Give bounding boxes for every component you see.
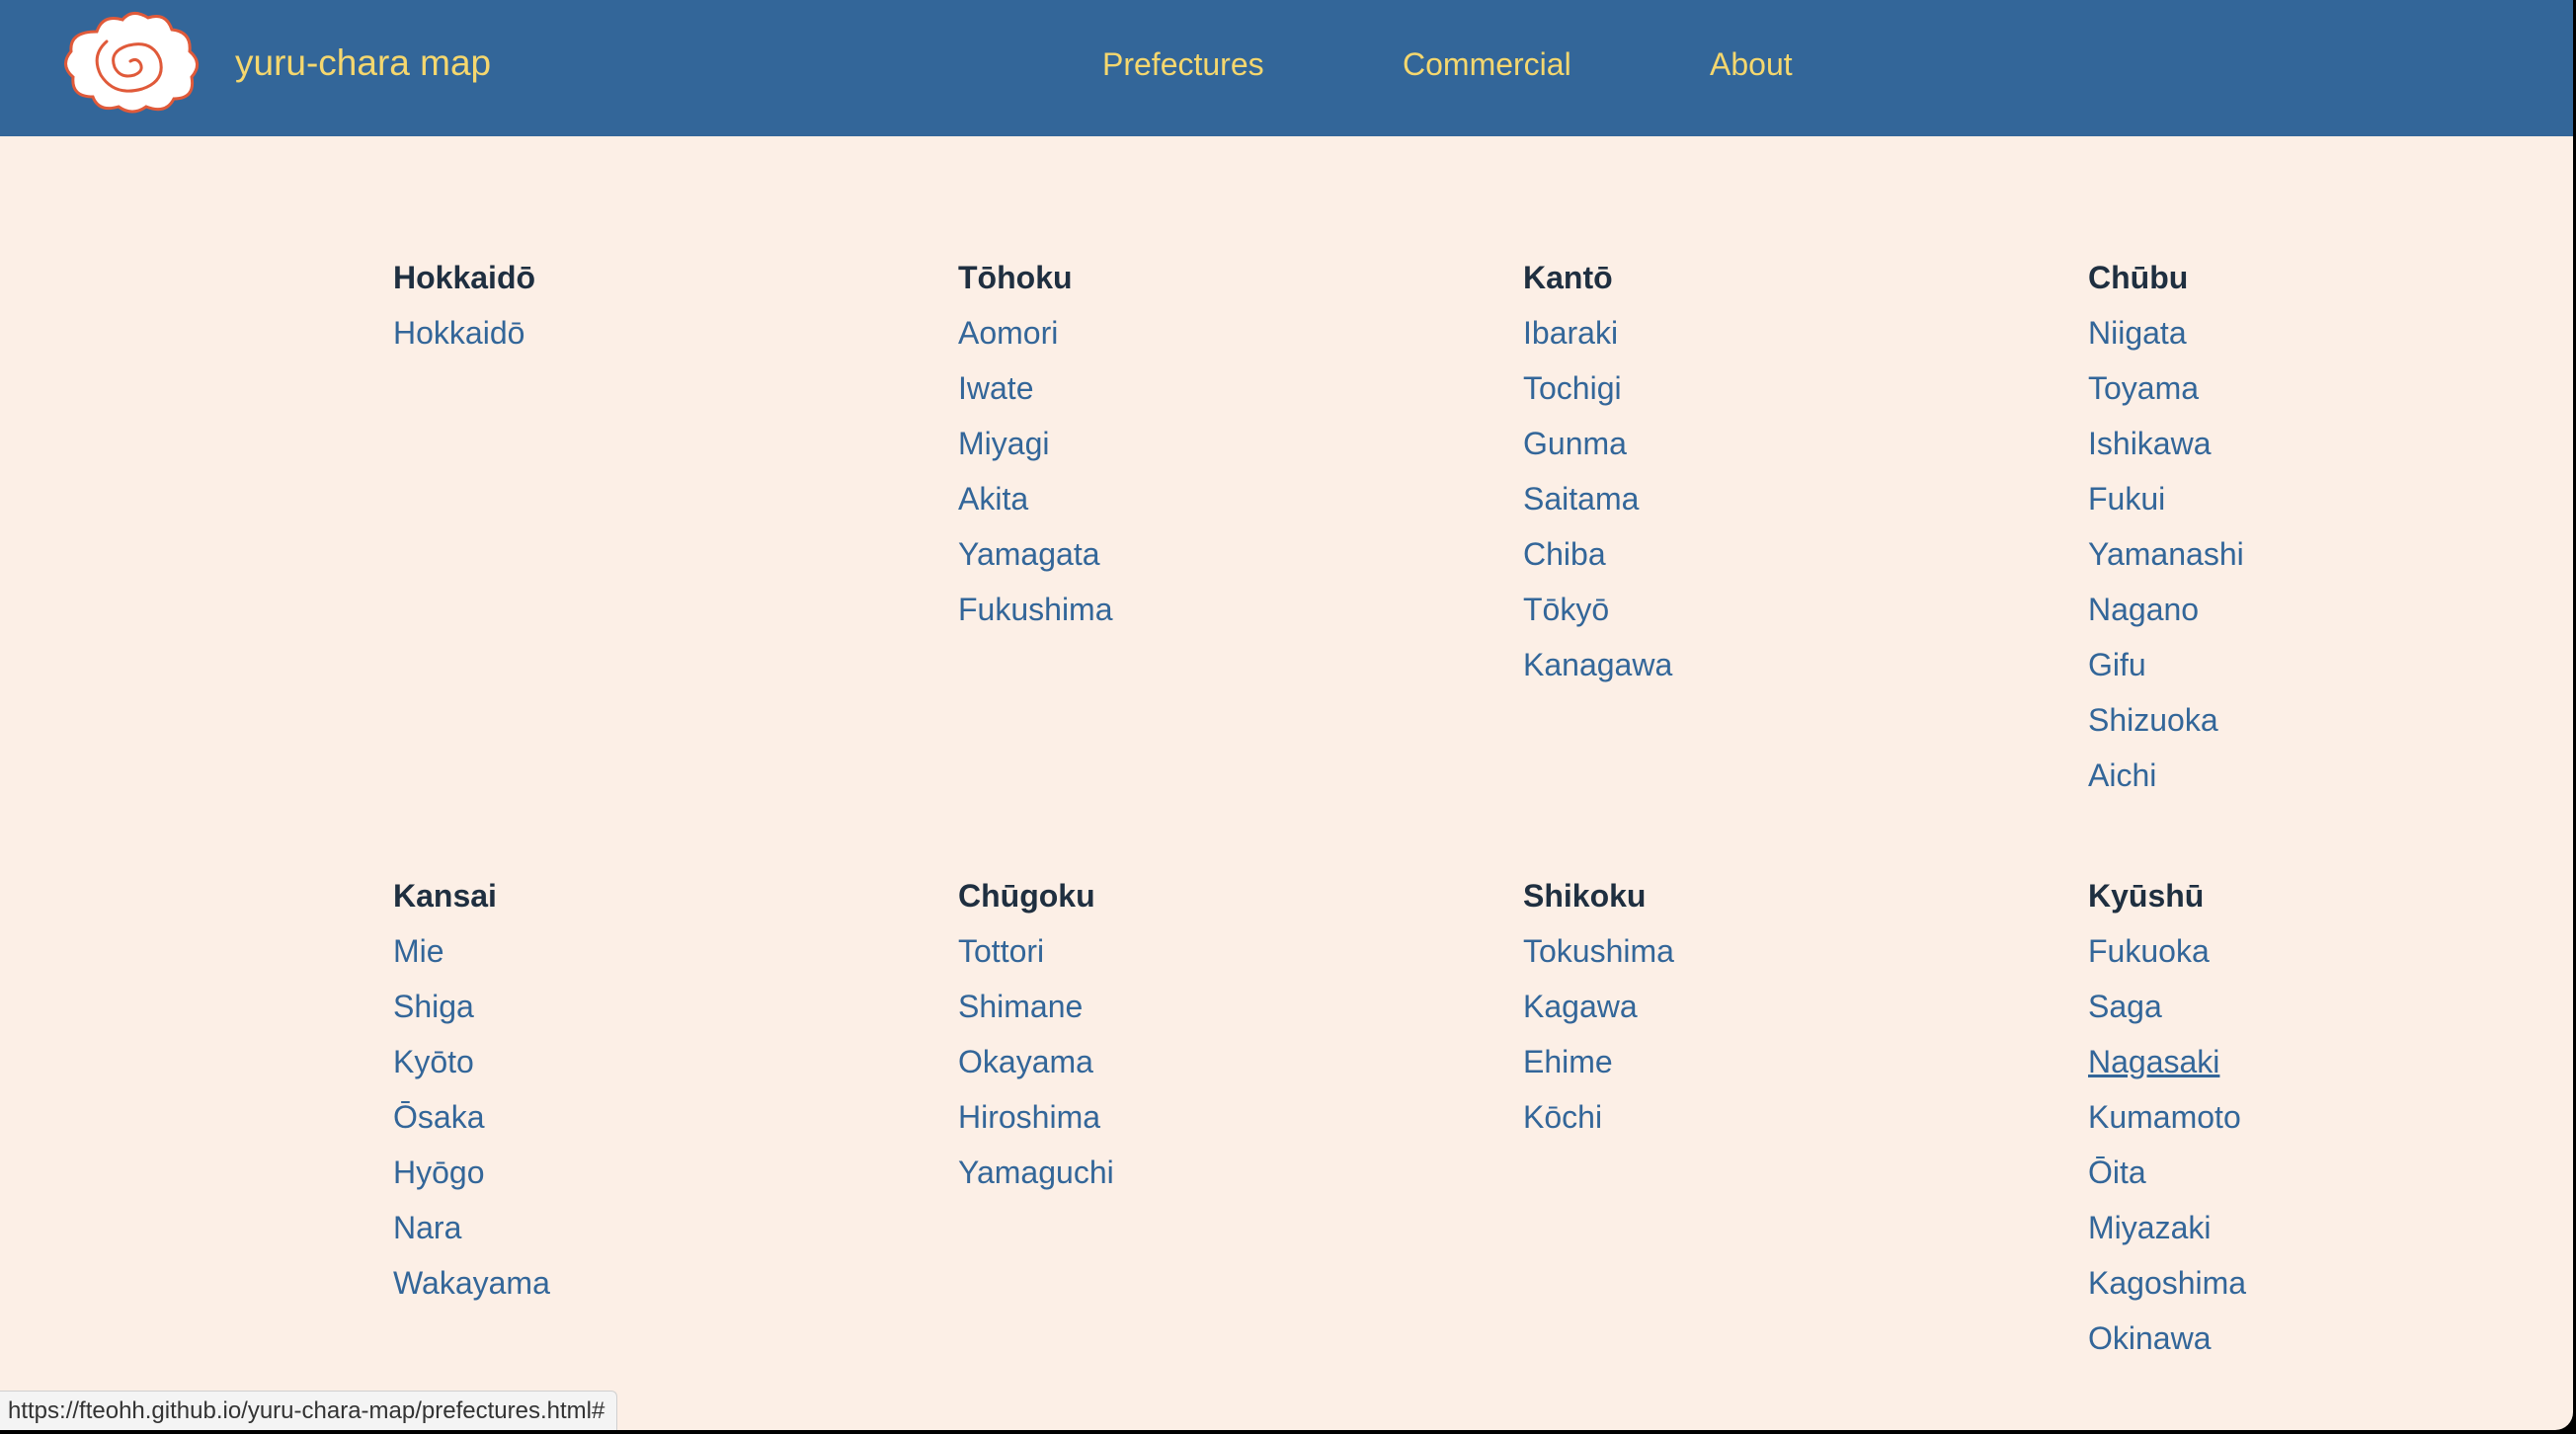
prefecture-link[interactable]: Mie — [393, 923, 887, 979]
prefecture-link[interactable]: Niigata — [2088, 305, 2573, 360]
region-kyushu: Kyūshū Fukuoka Saga Nagasaki Kumamoto Ōita Mi… — [2088, 868, 2573, 1366]
prefecture-list: Aomori Iwate Miyagi Akita Yamagata Fukushima — [958, 305, 1452, 637]
region-heading: Kantō — [1523, 260, 1613, 295]
prefecture-link[interactable]: Saga — [2088, 979, 2573, 1034]
prefecture-link[interactable]: Yamaguchi — [958, 1145, 1452, 1200]
prefecture-link[interactable]: Toyama — [2088, 360, 2573, 416]
prefecture-link[interactable]: Tokushima — [1523, 923, 2017, 979]
prefecture-link[interactable]: Ōsaka — [393, 1089, 887, 1145]
prefecture-link[interactable]: Tottori — [958, 923, 1452, 979]
prefecture-link[interactable]: Ishikawa — [2088, 416, 2573, 471]
prefecture-list: Tottori Shimane Okayama Hiroshima Yamaguchi — [958, 923, 1452, 1200]
region-kansai: Kansai Mie Shiga Kyōto Ōsaka Hyōgo Nara Wakaya… — [393, 868, 887, 1311]
link-status-bar: https://fteohh.github.io/yuru-chara-map/… — [0, 1391, 618, 1430]
region-heading: Kyūshū — [2088, 878, 2205, 914]
prefecture-list: Fukuoka Saga Nagasaki Kumamoto Ōita Miyazaki K… — [2088, 923, 2573, 1366]
prefecture-link[interactable]: Saitama — [1523, 471, 2017, 526]
prefecture-link[interactable]: Miyagi — [958, 416, 1452, 471]
browser-window: yuru-chara map Prefectures Commercial Ab… — [0, 0, 2576, 1434]
prefecture-link[interactable]: Shimane — [958, 979, 1452, 1034]
prefecture-link[interactable]: Iwate — [958, 360, 1452, 416]
prefecture-list: Hokkaidō — [393, 305, 887, 360]
prefecture-link[interactable]: Fukuoka — [2088, 923, 2573, 979]
prefecture-link[interactable]: Kagawa — [1523, 979, 2017, 1034]
prefecture-link[interactable]: Fukui — [2088, 471, 2573, 526]
prefecture-link[interactable]: Tōkyō — [1523, 582, 2017, 637]
nav-prefectures-link[interactable]: Prefectures — [1102, 45, 1264, 83]
region-heading: Kansai — [393, 878, 497, 914]
prefecture-link[interactable]: Aichi — [2088, 748, 2573, 803]
prefecture-link[interactable]: Okinawa — [2088, 1311, 2573, 1366]
region-heading: Hokkaidō — [393, 260, 536, 295]
prefecture-list: Tokushima Kagawa Ehime Kōchi — [1523, 923, 2017, 1145]
prefecture-link[interactable]: Tochigi — [1523, 360, 2017, 416]
prefecture-link[interactable]: Kumamoto — [2088, 1089, 2573, 1145]
prefecture-link[interactable]: Gunma — [1523, 416, 2017, 471]
region-hokkaido: Hokkaidō Hokkaidō — [393, 250, 887, 360]
prefecture-link[interactable]: Wakayama — [393, 1255, 887, 1311]
prefecture-link[interactable]: Gifu — [2088, 637, 2573, 692]
prefecture-link[interactable]: Okayama — [958, 1034, 1452, 1089]
top-navbar: yuru-chara map Prefectures Commercial Ab… — [0, 0, 2573, 136]
prefecture-link[interactable]: Hiroshima — [958, 1089, 1452, 1145]
prefecture-link[interactable]: Akita — [958, 471, 1452, 526]
prefecture-link[interactable]: Nagano — [2088, 582, 2573, 637]
prefecture-link[interactable]: Kōchi — [1523, 1089, 2017, 1145]
prefecture-link[interactable]: Kyōto — [393, 1034, 887, 1089]
region-heading: Tōhoku — [958, 260, 1073, 295]
prefecture-link[interactable]: Yamanashi — [2088, 526, 2573, 582]
prefecture-link[interactable]: Ibaraki — [1523, 305, 2017, 360]
prefecture-link[interactable]: Shizuoka — [2088, 692, 2573, 748]
naruto-swirl-logo-icon[interactable] — [57, 10, 203, 115]
prefecture-link[interactable]: Miyazaki — [2088, 1200, 2573, 1255]
region-chugoku: Chūgoku Tottori Shimane Okayama Hiroshima Ya… — [958, 868, 1452, 1200]
region-shikoku: Shikoku Tokushima Kagawa Ehime Kōchi — [1523, 868, 2017, 1145]
prefecture-link[interactable]: Nara — [393, 1200, 887, 1255]
prefecture-list: Niigata Toyama Ishikawa Fukui Yamanashi Nagan… — [2088, 305, 2573, 803]
prefecture-link[interactable]: Hyōgo — [393, 1145, 887, 1200]
prefecture-link[interactable]: Yamagata — [958, 526, 1452, 582]
prefecture-link[interactable]: Ōita — [2088, 1145, 2573, 1200]
prefecture-list: Ibaraki Tochigi Gunma Saitama Chiba Tōkyō Kana… — [1523, 305, 2017, 692]
page-viewport: yuru-chara map Prefectures Commercial Ab… — [0, 0, 2573, 1430]
region-heading: Chūgoku — [958, 878, 1095, 914]
region-chubu: Chūbu Niigata Toyama Ishikawa Fukui Yamanash… — [2088, 250, 2573, 803]
region-heading: Shikoku — [1523, 878, 1647, 914]
region-tohoku: Tōhoku Aomori Iwate Miyagi Akita Yamagata Fuk… — [958, 250, 1452, 637]
prefecture-link[interactable]: Ehime — [1523, 1034, 2017, 1089]
site-title[interactable]: yuru-chara map — [235, 41, 491, 85]
prefecture-link[interactable]: Kagoshima — [2088, 1255, 2573, 1311]
prefecture-link[interactable]: Chiba — [1523, 526, 2017, 582]
nav-about-link[interactable]: About — [1710, 45, 1793, 83]
nav-commercial-link[interactable]: Commercial — [1403, 45, 1571, 83]
region-kanto: Kantō Ibaraki Tochigi Gunma Saitama Chiba Tōk… — [1523, 250, 2017, 692]
prefecture-link[interactable]: Shiga — [393, 979, 887, 1034]
prefecture-link[interactable]: Fukushima — [958, 582, 1452, 637]
prefecture-list: Mie Shiga Kyōto Ōsaka Hyōgo Nara Wakayama — [393, 923, 887, 1311]
region-heading: Chūbu — [2088, 260, 2189, 295]
prefecture-link[interactable]: Aomori — [958, 305, 1452, 360]
prefecture-link[interactable]: Hokkaidō — [393, 305, 887, 360]
prefecture-link[interactable]: Kanagawa — [1523, 637, 2017, 692]
prefecture-link[interactable]: Nagasaki — [2088, 1034, 2573, 1089]
